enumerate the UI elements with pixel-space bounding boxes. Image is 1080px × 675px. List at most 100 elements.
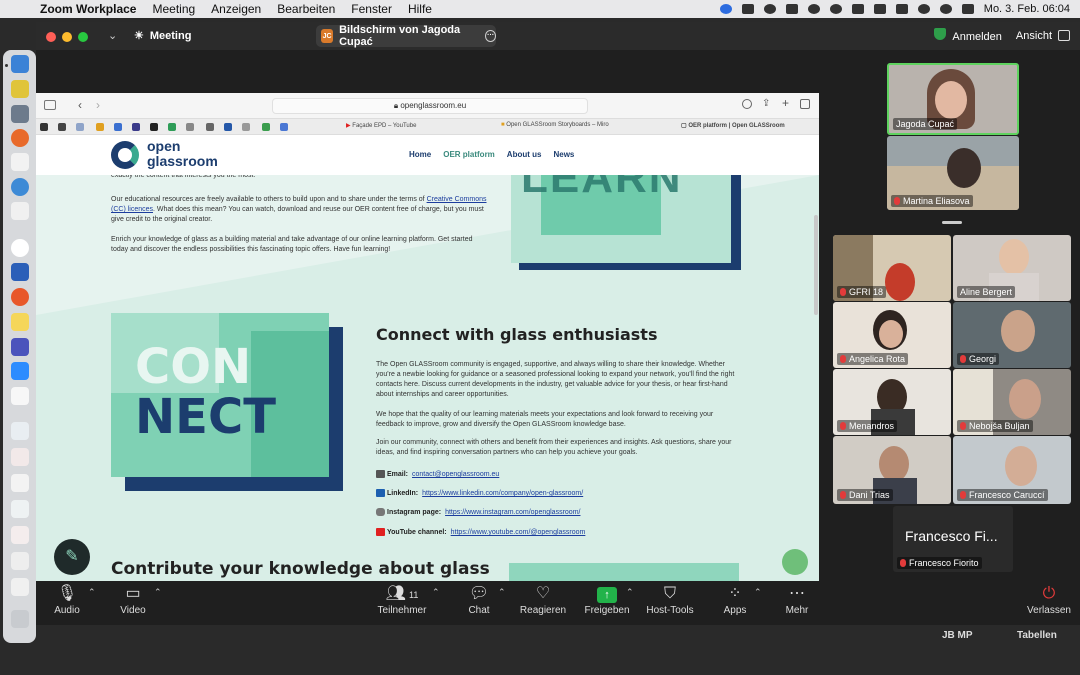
bookmark-icon[interactable] — [186, 123, 194, 131]
bookmark-icon[interactable] — [150, 123, 158, 131]
screen-share-indicator[interactable]: JC Bildschirm von Jagoda Cupać ··· — [316, 24, 496, 48]
minimize-window-button[interactable] — [62, 32, 72, 42]
chevron-up-icon[interactable]: ⌃ — [498, 587, 506, 598]
document-thumbnail-icon[interactable] — [11, 474, 29, 492]
menu-window[interactable]: Fenster — [343, 2, 400, 16]
tab-overview-icon[interactable] — [800, 99, 810, 109]
leave-button[interactable]: ⏻ Verlassen — [1024, 583, 1074, 616]
time-machine-icon[interactable] — [829, 4, 842, 14]
bookmark-icon[interactable] — [168, 123, 176, 131]
keyboard-tray-icon[interactable] — [851, 4, 864, 14]
menu-edit[interactable]: Bearbeiten — [269, 2, 343, 16]
edit-pencil-button[interactable]: ✎ — [54, 539, 90, 575]
view-button[interactable]: Ansicht — [1016, 30, 1070, 42]
back-icon[interactable]: ‹ — [78, 98, 82, 112]
forward-icon[interactable]: › — [96, 98, 100, 112]
bookmark-icon[interactable] — [58, 123, 66, 131]
contact-link[interactable]: https://www.linkedin.com/company/open-gl… — [422, 490, 583, 497]
control-center-icon[interactable] — [961, 4, 974, 14]
document-thumbnail-icon[interactable] — [11, 526, 29, 544]
video-tile[interactable]: Francesco Caruccí — [953, 436, 1071, 504]
signin-button[interactable]: Anmelden — [934, 28, 1002, 43]
download-icon[interactable] — [742, 99, 752, 109]
document-thumbnail-icon[interactable] — [11, 552, 29, 570]
bookmark-icon[interactable] — [262, 123, 270, 131]
document-thumbnail-icon[interactable] — [11, 500, 29, 518]
cloud-tray-icon[interactable] — [807, 4, 820, 14]
tray-app-icon[interactable] — [785, 4, 798, 14]
open-glassroom-logo-icon[interactable] — [111, 141, 139, 169]
firefox-icon[interactable] — [11, 129, 29, 147]
contact-link[interactable]: https://www.instagram.com/openglassroom/ — [445, 509, 580, 516]
video-tile-camera-off[interactable]: Francesco Fi... Francesco Fiorito — [893, 506, 1013, 572]
bookmark-icon[interactable] — [224, 123, 232, 131]
video-tile[interactable]: Menandros — [833, 369, 951, 435]
bookmark-icon[interactable] — [132, 123, 140, 131]
bookmark-icon[interactable] — [280, 123, 288, 131]
tray-app-icon[interactable] — [741, 4, 754, 14]
zoom-icon[interactable] — [11, 362, 29, 380]
video-tile[interactable]: Aline Bergert — [953, 235, 1071, 301]
nav-home[interactable]: Home — [409, 150, 431, 159]
sidebar-icon[interactable] — [44, 100, 56, 110]
browser-tab[interactable]: ▶ Façade EPD – YouTube — [346, 122, 416, 129]
menu-clock[interactable]: Mo. 3. Feb. 06:04 — [984, 3, 1070, 15]
video-tile[interactable]: Dani Trias — [833, 436, 951, 504]
video-tile[interactable]: Nebojša Buljan — [953, 369, 1071, 435]
calendar-icon[interactable] — [11, 387, 29, 405]
contact-link[interactable]: contact@openglassroom.eu — [412, 471, 499, 478]
monitor-icon[interactable] — [11, 105, 29, 123]
bookmark-icon[interactable] — [76, 123, 84, 131]
bookmark-icon[interactable] — [40, 123, 48, 131]
trash-icon[interactable] — [11, 610, 29, 628]
menu-help[interactable]: Hilfe — [400, 2, 440, 16]
video-tile[interactable]: Martina Eliasova — [887, 136, 1019, 210]
new-tab-icon[interactable]: + — [782, 96, 789, 110]
spotlight-search-icon[interactable] — [939, 4, 952, 14]
battery-icon[interactable] — [895, 4, 908, 14]
menu-meeting[interactable]: Meeting — [144, 2, 203, 16]
teams-icon[interactable] — [11, 338, 29, 356]
bookmark-icon[interactable] — [96, 123, 104, 131]
chevron-up-icon[interactable]: ⌃ — [88, 587, 96, 598]
finder-icon[interactable] — [11, 55, 29, 73]
bookmark-icon[interactable] — [242, 123, 250, 131]
reminders-icon[interactable] — [11, 153, 29, 171]
document-thumbnail-icon[interactable] — [11, 422, 29, 440]
apps-button[interactable]: ⁘ Apps — [720, 583, 750, 616]
share-icon[interactable]: ⇪ — [762, 98, 770, 109]
chrome-icon[interactable] — [11, 239, 29, 257]
wifi-icon[interactable] — [917, 4, 930, 14]
meeting-info[interactable]: ☀ Meeting — [134, 29, 191, 43]
safari-icon[interactable] — [11, 178, 29, 196]
video-tile[interactable]: Georgi — [953, 302, 1071, 368]
activity-icon[interactable] — [11, 202, 29, 220]
nav-news[interactable]: News — [553, 150, 574, 159]
chevron-up-icon[interactable]: ⌃ — [432, 587, 440, 598]
chevron-up-icon[interactable]: ⌃ — [626, 587, 634, 598]
share-screen-button[interactable]: ↑ Freigeben — [582, 583, 632, 616]
more-button[interactable]: ⋯ Mehr — [782, 583, 812, 616]
react-button[interactable]: ♡ Reagieren — [518, 583, 568, 616]
accessibility-button[interactable] — [782, 549, 808, 575]
document-thumbnail-icon[interactable] — [11, 448, 29, 466]
bookmark-icon[interactable] — [206, 123, 214, 131]
close-window-button[interactable] — [46, 32, 56, 42]
panel-resize-handle[interactable] — [942, 221, 962, 224]
nav-oer-platform[interactable]: OER platform — [443, 150, 495, 159]
app-icon[interactable] — [11, 288, 29, 306]
video-tile[interactable]: Angelica Rota — [833, 302, 951, 368]
menu-app-name[interactable]: Zoom Workplace — [40, 2, 144, 16]
more-options-icon[interactable]: ··· — [485, 30, 496, 42]
chevron-down-icon[interactable]: ⌄ — [108, 29, 117, 42]
scrollbar[interactable] — [814, 215, 818, 315]
zoom-tray-icon[interactable] — [719, 4, 732, 14]
launchpad-icon[interactable] — [11, 80, 29, 98]
browser-tab[interactable]: ■ Open GLASSroom Storyboards – Miro — [501, 122, 609, 128]
bluetooth-icon[interactable] — [873, 4, 886, 14]
github-tray-icon[interactable] — [763, 4, 776, 14]
fullscreen-window-button[interactable] — [78, 32, 88, 42]
document-thumbnail-icon[interactable] — [11, 578, 29, 596]
site-logo-text[interactable]: open glassroom — [147, 139, 218, 169]
chevron-up-icon[interactable]: ⌃ — [754, 587, 762, 598]
